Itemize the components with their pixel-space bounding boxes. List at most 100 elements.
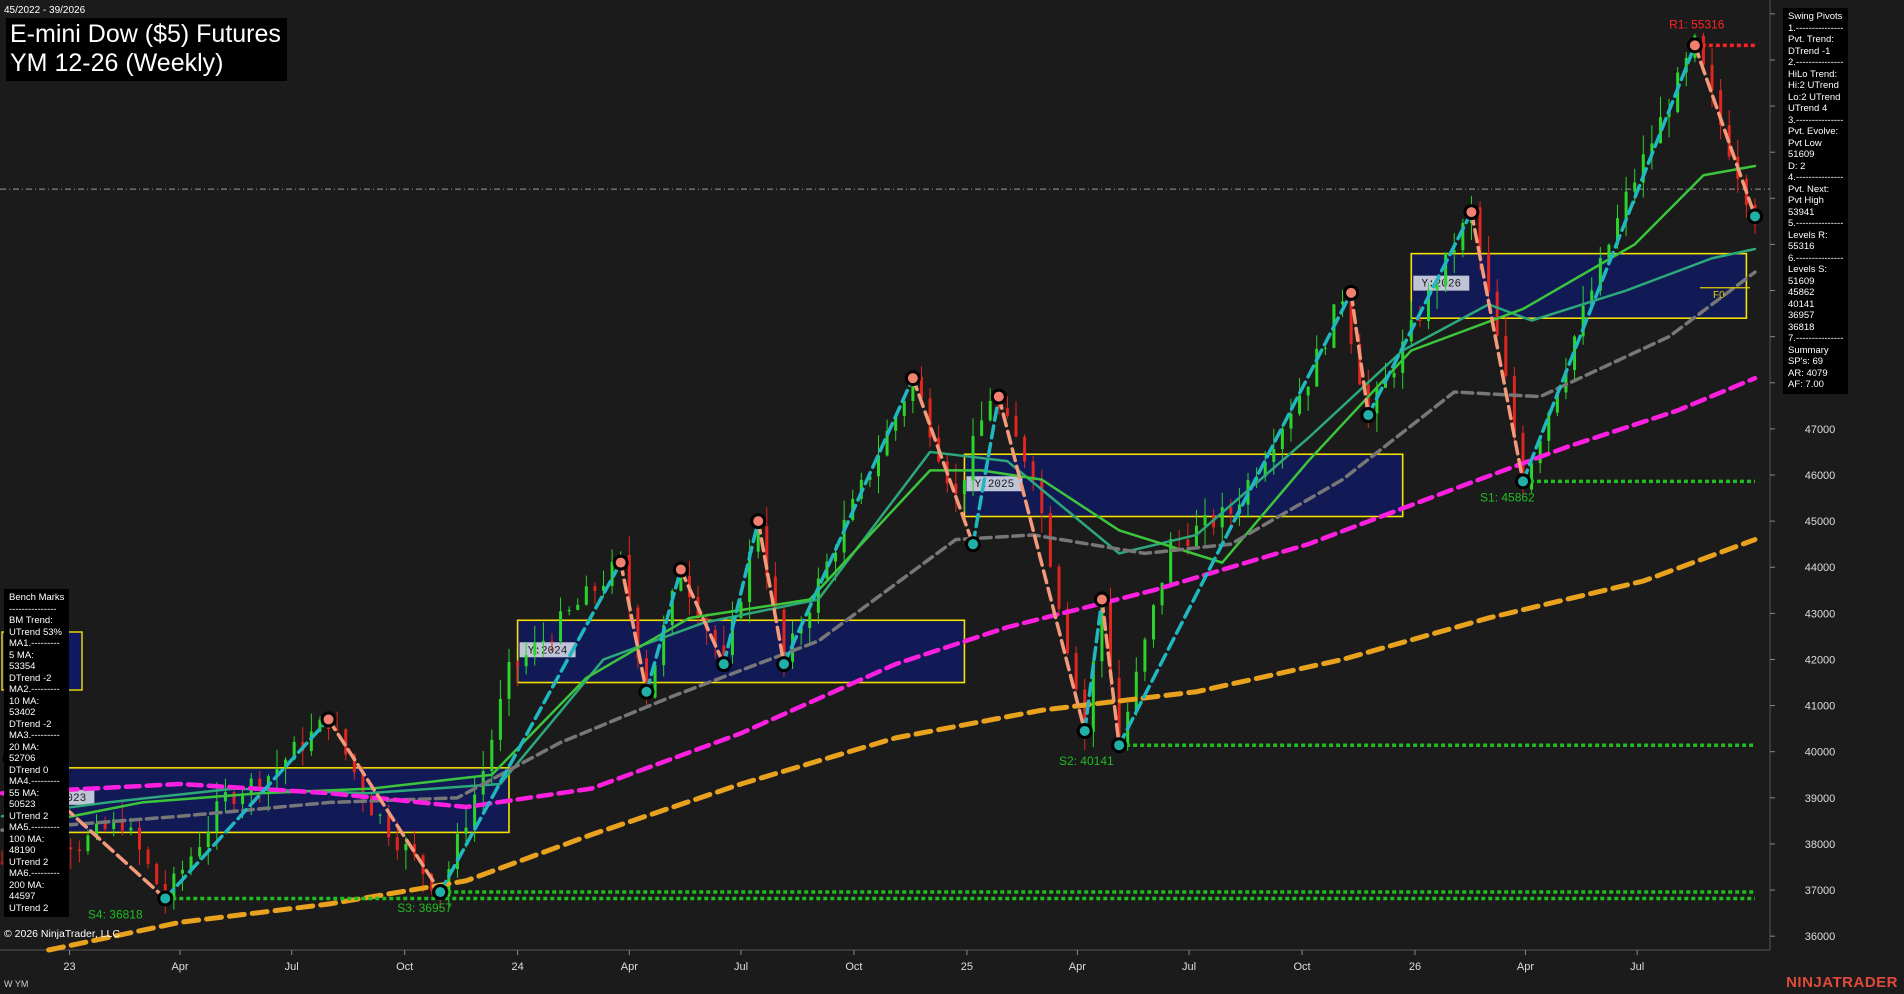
swing-pivots-line: UTrend 4	[1788, 103, 1828, 114]
chart-background	[0, 0, 1904, 994]
candle-body	[902, 401, 906, 416]
swing-pivots-line: 4.---------------	[1788, 172, 1844, 183]
swing-pivot-marker	[1689, 40, 1700, 51]
y-tick-label: 46000	[1805, 470, 1836, 482]
bench-marks-line: 20 MA:	[9, 741, 40, 753]
candle-body	[1392, 372, 1396, 378]
candle-body	[1435, 285, 1439, 290]
copyright: © 2026 NinjaTrader, LLC	[4, 928, 120, 940]
bench-marks-line: MA6.---------	[9, 868, 60, 879]
y-tick-label: 47000	[1805, 424, 1836, 436]
bench-marks-line: BM Trend:	[9, 615, 53, 626]
x-tick-label: Jul	[285, 961, 299, 973]
candle-body	[1048, 513, 1052, 567]
bench-marks-line: MA4.---------	[9, 776, 60, 787]
candle-body	[1306, 386, 1310, 396]
candle-body	[1444, 252, 1448, 286]
bench-marks-line: MA1.---------	[9, 638, 60, 649]
y-tick-label: 40000	[1805, 747, 1836, 759]
swing-pivots-line: 1.---------------	[1788, 22, 1844, 34]
swing-pivots-line: Pvt Low	[1788, 137, 1822, 149]
swing-pivots-line: SP's: 69	[1788, 356, 1824, 367]
swing-pivots-line: HiLo Trend:	[1788, 68, 1838, 80]
candle-body	[516, 662, 520, 667]
candle-body	[473, 794, 477, 828]
candle-body	[309, 731, 313, 752]
swing-pivot-marker	[1750, 211, 1760, 222]
bench-marks-line: UTrend 2	[9, 810, 49, 822]
candle-body	[576, 604, 580, 610]
candle-body	[77, 849, 81, 852]
contract-timeframe: YM 12-26 (Weekly)	[10, 49, 224, 77]
bench-marks-line: UTrend 53%	[9, 626, 62, 638]
brand-logo: NINJATRADER	[1786, 974, 1898, 991]
bench-marks-line: 100 MA:	[9, 833, 45, 845]
candle-body	[1066, 608, 1070, 654]
candle-body	[86, 835, 90, 852]
swing-pivots-line: DTrend -1	[1788, 45, 1831, 57]
swing-pivots-line: 55316	[1788, 241, 1815, 252]
swing-pivot-marker	[1096, 594, 1107, 605]
x-tick-label: Jul	[734, 961, 748, 973]
candle-body	[584, 586, 588, 605]
candle-body	[137, 827, 141, 850]
instrument-name: E-mini Dow ($5) Futures	[10, 20, 281, 48]
candle-body	[146, 849, 150, 864]
y-tick-label: 39000	[1805, 793, 1836, 805]
candle-body	[464, 827, 468, 834]
candle-body	[378, 814, 382, 816]
candle-body	[1134, 671, 1138, 712]
y-tick-label: 44000	[1805, 562, 1836, 574]
candle-body	[1495, 291, 1499, 336]
bench-marks-line: UTrend 2	[9, 856, 49, 868]
level-label: R1: 55316	[1669, 17, 1725, 31]
x-tick-label: Oct	[845, 961, 862, 973]
swing-pivots-line: 36957	[1788, 310, 1815, 321]
candle-body	[1151, 605, 1155, 640]
swing-pivot-marker	[160, 893, 171, 904]
swing-pivot-marker	[968, 539, 979, 550]
swing-pivots-line: Pvt. Next:	[1788, 183, 1830, 195]
candle-body	[1272, 449, 1276, 462]
symbol-label: W YM	[4, 979, 29, 989]
swing-pivots-line: Pvt. Evolve:	[1788, 126, 1839, 137]
swing-pivots-line: 6.---------------	[1788, 252, 1844, 264]
bench-marks-line: 48190	[9, 845, 36, 856]
y-tick-label: 45000	[1805, 516, 1836, 528]
candle-body	[129, 827, 133, 831]
bench-marks-line: 53402	[9, 707, 36, 718]
candle-body	[206, 831, 210, 848]
candle-body	[1057, 566, 1061, 609]
candle-body	[490, 739, 494, 772]
candle-body	[241, 795, 245, 805]
swing-pivots-line: Lo:2 UTrend	[1788, 91, 1841, 103]
x-tick-label: 24	[511, 961, 523, 973]
bench-marks-line: DTrend -2	[9, 672, 52, 684]
candle-body	[524, 655, 528, 667]
swing-pivot-marker	[993, 391, 1004, 402]
candle-body	[1186, 539, 1190, 547]
swing-pivot-marker	[675, 564, 686, 575]
swing-pivot-marker	[1517, 476, 1528, 487]
y-tick-label: 38000	[1805, 839, 1836, 851]
level-label: S4: 36818	[88, 907, 143, 921]
swing-pivots-line: AF: 7.00	[1788, 379, 1824, 390]
candle-body	[103, 823, 107, 830]
bench-marks-line: 44597	[9, 891, 36, 902]
candle-body	[988, 400, 992, 421]
swing-pivots-line: 45862	[1788, 287, 1815, 298]
candle-body	[1143, 639, 1147, 672]
price-chart[interactable]: 36000 37000 38000 39000 40000 41000 42000 43000…	[0, 0, 1904, 994]
bench-marks-line: 10 MA:	[9, 695, 40, 707]
x-tick-label: Apr	[1517, 961, 1534, 973]
swing-pivots-line: Pvt High	[1788, 195, 1824, 206]
bench-marks-line: 5 MA:	[9, 649, 34, 661]
yearly-box-label: Y:2025	[975, 479, 1015, 491]
swing-pivots-line: 53941	[1788, 206, 1815, 218]
swing-pivots-line: 51609	[1788, 149, 1815, 160]
candle-body	[1005, 408, 1009, 416]
bench-marks-line: DTrend 0	[9, 764, 49, 776]
swing-pivots-line: Summary	[1788, 344, 1829, 356]
y-tick-label: 43000	[1805, 608, 1836, 620]
candle-body	[1074, 653, 1078, 690]
